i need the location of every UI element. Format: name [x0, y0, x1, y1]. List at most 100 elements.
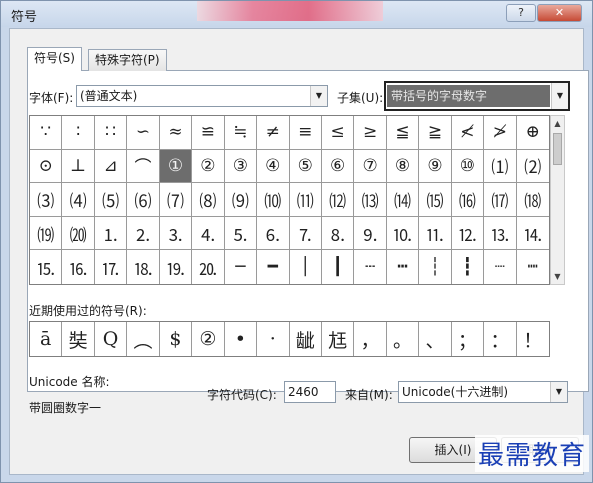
- tab-special-characters[interactable]: 特殊字符(P): [88, 49, 167, 71]
- symbol-cell[interactable]: ⒄: [484, 183, 517, 217]
- symbol-cell[interactable]: ①: [159, 149, 193, 184]
- symbol-cell[interactable]: ┈: [484, 250, 517, 284]
- symbol-cell[interactable]: ⑽: [257, 183, 290, 217]
- font-select[interactable]: (普通文本) ▼: [76, 85, 328, 107]
- recent-symbol-cell[interactable]: •: [225, 322, 258, 356]
- symbol-cell[interactable]: ⒍: [257, 216, 290, 251]
- symbol-cell[interactable]: ≯: [484, 116, 517, 150]
- symbol-cell[interactable]: ⒖: [30, 250, 63, 284]
- symbol-cell[interactable]: ⑹: [127, 183, 160, 217]
- title-bar[interactable]: 符号 ? ✕: [1, 1, 592, 27]
- symbol-cell[interactable]: ⑶: [30, 183, 63, 217]
- recent-symbol-cell[interactable]: ：: [484, 322, 517, 356]
- symbol-cell[interactable]: ┉: [517, 250, 549, 284]
- symbol-cell[interactable]: ┇: [452, 250, 485, 284]
- symbol-cell[interactable]: ⑸: [94, 183, 128, 217]
- symbol-cell[interactable]: ⒃: [451, 183, 485, 217]
- symbol-cell[interactable]: ⒋: [192, 216, 225, 251]
- recent-symbol-cell[interactable]: Q: [95, 322, 128, 356]
- symbol-cell[interactable]: ∶: [62, 116, 95, 150]
- recent-symbol-cell[interactable]: 。: [387, 322, 420, 356]
- symbol-cell[interactable]: ⒘: [95, 250, 128, 284]
- symbol-cell[interactable]: ⒛: [192, 250, 225, 284]
- symbol-cell[interactable]: ⒂: [419, 183, 452, 217]
- symbol-cell[interactable]: ⌒: [127, 149, 160, 184]
- symbol-cell[interactable]: ⑻: [192, 183, 225, 217]
- symbol-cell[interactable]: ⒎: [289, 216, 322, 251]
- symbol-cell[interactable]: ∵: [30, 116, 63, 150]
- recent-symbol-cell[interactable]: 奘: [62, 322, 95, 356]
- tab-symbols[interactable]: 符号(S): [27, 47, 82, 71]
- symbol-cell[interactable]: ④: [257, 149, 290, 184]
- symbol-cell[interactable]: ⒚: [160, 250, 193, 284]
- symbol-cell[interactable]: ⒙: [127, 250, 160, 284]
- symbol-cell[interactable]: ┄: [354, 250, 387, 284]
- recent-symbol-cell[interactable]: 龇: [290, 322, 322, 356]
- symbol-cell[interactable]: ┅: [387, 250, 420, 284]
- symbol-cell[interactable]: ⒑: [386, 216, 420, 251]
- symbol-cell[interactable]: ⑩: [451, 149, 485, 184]
- help-button[interactable]: ?: [506, 4, 536, 22]
- recent-symbol-cell[interactable]: ；: [452, 322, 485, 356]
- symbol-cell[interactable]: ⑥: [321, 149, 355, 184]
- recent-symbol-cell[interactable]: ︵: [127, 322, 160, 356]
- symbol-grid-scrollbar[interactable]: ▲ ▼: [550, 115, 565, 285]
- recent-symbol-cell[interactable]: ！: [517, 322, 549, 356]
- chevron-down-icon[interactable]: ▼: [551, 269, 564, 284]
- recent-symbol-cell[interactable]: 、: [419, 322, 452, 356]
- symbol-cell[interactable]: ≡: [289, 116, 322, 150]
- symbol-cell[interactable]: ≮: [451, 116, 485, 150]
- symbol-cell[interactable]: ⒊: [159, 216, 193, 251]
- symbol-cell[interactable]: ③: [224, 149, 258, 184]
- symbol-cell[interactable]: ⑴: [484, 149, 517, 184]
- symbol-cell[interactable]: ≦: [386, 116, 420, 150]
- symbol-cell[interactable]: ⑨: [419, 149, 452, 184]
- symbol-cell[interactable]: ⑷: [62, 183, 95, 217]
- symbol-cell[interactable]: ⊕: [516, 116, 549, 150]
- symbol-cell[interactable]: ⒁: [386, 183, 420, 217]
- symbol-cell[interactable]: ⑧: [386, 149, 420, 184]
- symbol-cell[interactable]: ≌: [192, 116, 225, 150]
- symbol-cell[interactable]: ⑦: [354, 149, 387, 184]
- symbol-cell[interactable]: ≤: [321, 116, 355, 150]
- symbol-cell[interactable]: ⒒: [419, 216, 452, 251]
- recent-symbol-cell[interactable]: ，: [354, 322, 387, 356]
- symbol-cell[interactable]: ⊙: [30, 149, 63, 184]
- symbol-cell[interactable]: ⒅: [516, 183, 549, 217]
- symbol-cell[interactable]: ⒐: [354, 216, 387, 251]
- symbol-cell[interactable]: ⒉: [127, 216, 160, 251]
- chevron-up-icon[interactable]: ▲: [551, 116, 564, 131]
- symbol-cell[interactable]: ┃: [322, 250, 355, 284]
- symbol-cell[interactable]: ⊥: [62, 149, 95, 184]
- symbol-cell[interactable]: ≠: [257, 116, 290, 150]
- symbol-cell[interactable]: ≈: [159, 116, 193, 150]
- recent-symbol-cell[interactable]: $: [160, 322, 193, 356]
- symbol-cell[interactable]: ⒗: [62, 250, 95, 284]
- symbol-cell[interactable]: ≥: [354, 116, 387, 150]
- symbol-cell[interactable]: ⑾: [289, 183, 322, 217]
- symbol-cell[interactable]: ⒔: [484, 216, 517, 251]
- close-button[interactable]: ✕: [537, 4, 582, 22]
- symbol-cell[interactable]: ⑵: [516, 150, 549, 184]
- scrollbar-thumb[interactable]: [553, 133, 562, 165]
- symbol-cell[interactable]: ⊿: [94, 149, 128, 184]
- symbol-cell[interactable]: ┆: [419, 250, 452, 284]
- from-select[interactable]: Unicode(十六进制) ▼: [398, 381, 568, 403]
- symbol-cell[interactable]: ⒆: [30, 216, 63, 251]
- symbol-cell[interactable]: ⑺: [159, 183, 193, 217]
- symbol-cell[interactable]: ━: [257, 250, 290, 284]
- symbol-cell[interactable]: ⑤: [289, 149, 322, 184]
- chevron-down-icon[interactable]: ▼: [550, 382, 567, 402]
- chevron-down-icon[interactable]: ▼: [551, 83, 568, 109]
- symbol-cell[interactable]: ⑿: [321, 183, 355, 217]
- symbol-cell[interactable]: ∷: [94, 116, 128, 150]
- chevron-down-icon[interactable]: ▼: [310, 86, 327, 106]
- recent-symbol-cell[interactable]: ā: [30, 322, 63, 356]
- symbol-cell[interactable]: ≧: [419, 116, 452, 150]
- symbol-cell[interactable]: ⒀: [354, 183, 387, 217]
- symbol-cell[interactable]: ⒈: [94, 216, 128, 251]
- symbol-cell[interactable]: ⑼: [224, 183, 258, 217]
- recent-symbol-cell[interactable]: ·: [257, 322, 290, 356]
- symbol-cell[interactable]: ≒: [224, 116, 258, 150]
- subset-select[interactable]: 带括号的字母数字 ▼: [384, 81, 570, 111]
